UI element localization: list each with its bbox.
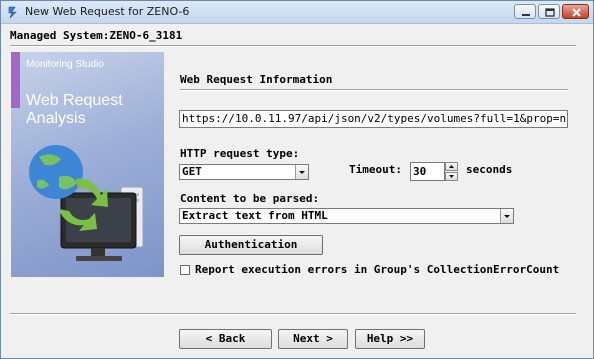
content-parsed-label: Content to be parsed: <box>180 192 320 205</box>
dialog-window: New Web Request for ZENO-6 Managed Syste… <box>0 0 594 359</box>
maximize-icon <box>545 8 555 17</box>
http-type-dropdown-button[interactable] <box>295 165 308 179</box>
app-icon <box>8 6 17 19</box>
section-divider <box>180 89 568 90</box>
http-type-value: GET <box>182 165 202 178</box>
wizard-banner: Monitoring Studio Web Request Analysis <box>11 52 164 277</box>
timeout-label: Timeout: <box>349 163 402 176</box>
banner-heading-line1: Web Request <box>26 92 123 109</box>
content-parsed-dropdown-button[interactable] <box>500 209 513 223</box>
chevron-down-icon <box>299 171 305 174</box>
footer-divider <box>10 313 576 314</box>
timeout-increment-button[interactable] <box>445 162 458 171</box>
chevron-down-icon <box>504 215 510 218</box>
http-type-label: HTTP request type: <box>180 147 300 160</box>
arrow-down-icon <box>449 175 454 178</box>
window-title: New Web Request for ZENO-6 <box>25 5 190 18</box>
timeout-stepper <box>445 162 458 181</box>
managed-system-label: Managed System:ZENO-6_3181 <box>10 29 183 42</box>
report-errors-checkbox[interactable] <box>180 265 190 275</box>
report-errors-label: Report execution errors in Group's Colle… <box>195 263 560 276</box>
content-parsed-value: Extract text from HTML <box>182 209 328 222</box>
maximize-button[interactable] <box>538 4 560 19</box>
banner-heading: Web Request Analysis <box>26 92 123 128</box>
content-parsed-select[interactable]: Extract text from HTML <box>179 208 514 224</box>
help-button[interactable]: Help >> <box>355 329 425 349</box>
banner-accent-stripe <box>11 52 20 108</box>
header-divider <box>10 45 576 46</box>
close-button[interactable] <box>562 4 589 19</box>
back-button[interactable]: < Back <box>179 329 272 349</box>
next-button[interactable]: Next > <box>278 329 348 349</box>
banner-product-name: Monitoring Studio <box>26 59 104 70</box>
http-type-select[interactable]: GET <box>179 164 309 180</box>
section-title: Web Request Information <box>180 73 333 86</box>
minimize-button[interactable] <box>514 4 536 19</box>
minimize-icon <box>522 14 530 16</box>
timeout-decrement-button[interactable] <box>445 172 458 181</box>
banner-heading-line2: Analysis <box>26 110 86 127</box>
authentication-button[interactable]: Authentication <box>179 235 323 255</box>
title-bar: New Web Request for ZENO-6 <box>1 1 593 24</box>
timeout-unit: seconds <box>466 163 513 176</box>
close-icon <box>572 8 581 17</box>
timeout-input[interactable]: 30 <box>410 162 445 181</box>
url-input[interactable]: https://10.0.11.97/api/json/v2/types/vol… <box>179 110 568 128</box>
arrow-up-icon <box>449 165 454 168</box>
monitor-globe-illustration <box>29 145 144 261</box>
